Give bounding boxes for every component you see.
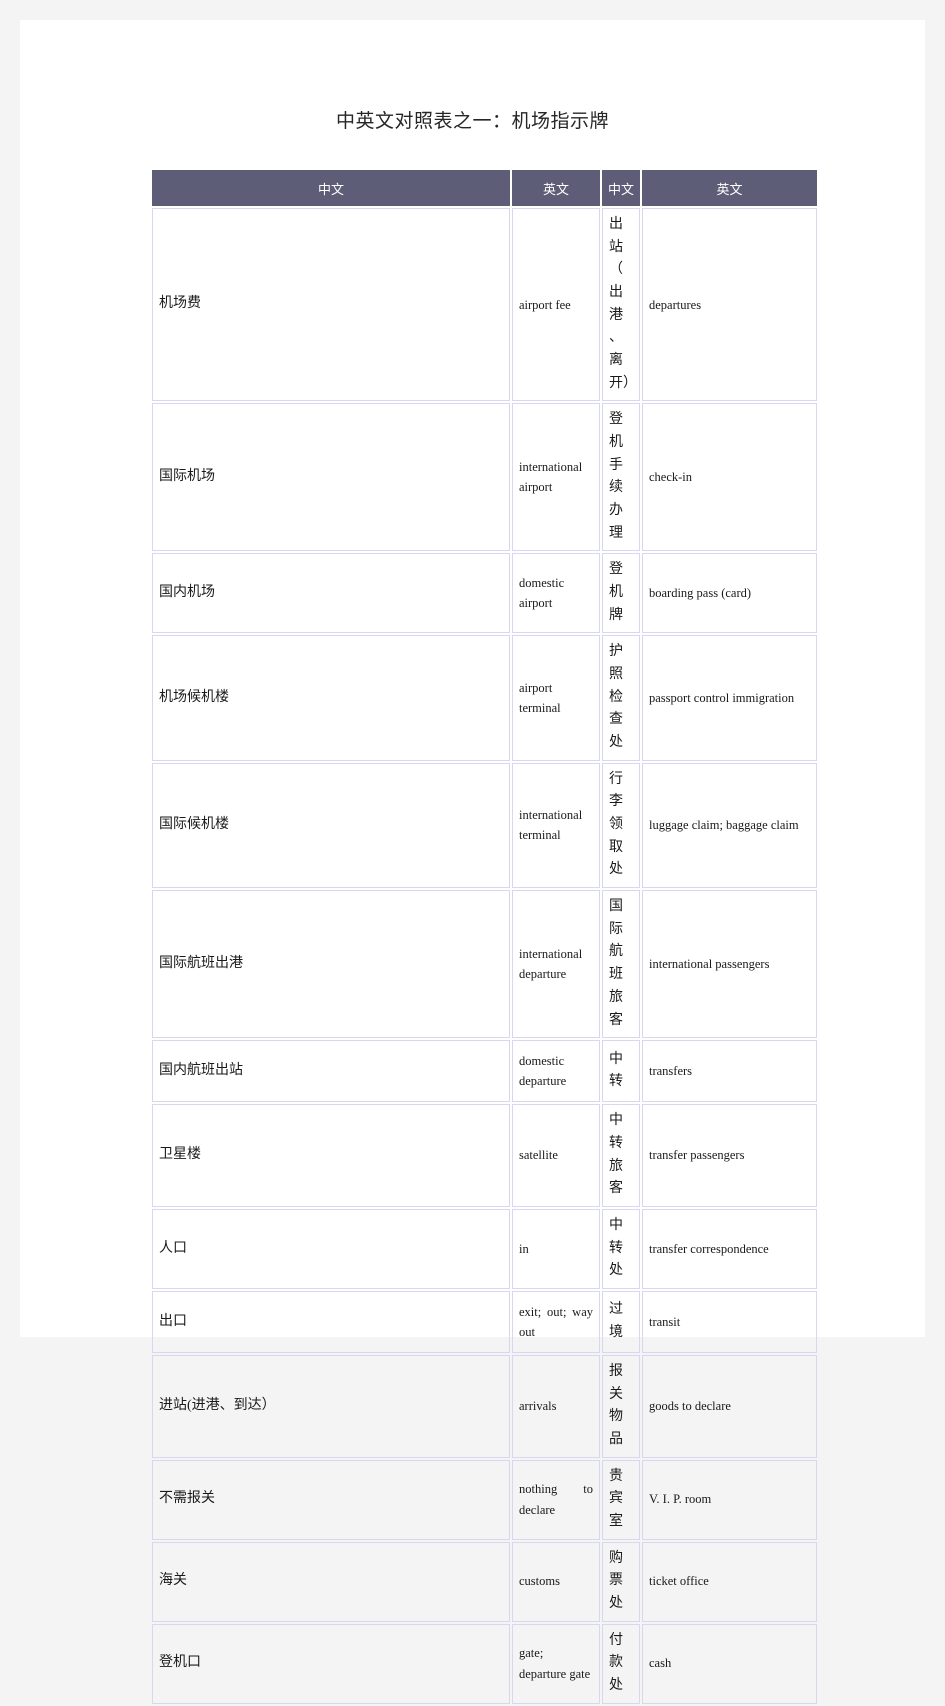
cell-english-term-2: goods to declare (642, 1354, 817, 1458)
cell-english-term: gate; departure gate (512, 1623, 600, 1704)
cell-chinese-term-2: 过境 (602, 1290, 640, 1353)
cell-chinese-term-2: 行李领取处 (602, 762, 640, 889)
cell-english-term-2: cash (642, 1623, 817, 1704)
cell-chinese-term: 机场费 (152, 208, 510, 402)
glossary-table: 中文 英文 中文 英文 机场费 airport fee 出站（出港、离开） depar… (150, 168, 819, 1706)
cell-chinese-term: 国内机场 (152, 553, 510, 634)
cell-english-term-2: international passengers (642, 890, 817, 1039)
cell-chinese-term-2: 护照检查处 (602, 635, 640, 761)
cell-english-term: arrivals (512, 1354, 600, 1458)
cell-english-term: exit; out; way out (512, 1290, 600, 1353)
cell-english-term: international airport (512, 403, 600, 552)
cell-english-term: airport fee (512, 208, 600, 402)
cell-chinese-term: 国际候机楼 (152, 762, 510, 889)
column-header-english-1: 英文 (512, 170, 600, 206)
column-header-chinese-2: 中文 (602, 170, 640, 206)
cell-chinese-term: 登机口 (152, 1623, 510, 1704)
cell-english-term: satellite (512, 1104, 600, 1207)
table-row: 海关 customs 购票处 ticket office (152, 1541, 817, 1622)
cell-chinese-term: 进站(进港、到达） (152, 1354, 510, 1458)
table-header: 中文 英文 中文 英文 (152, 170, 817, 206)
cell-chinese-term-2: 出站（出港、离开） (602, 208, 640, 402)
table-row: 登机口 gate; departure gate 付款处 cash (152, 1623, 817, 1704)
cell-chinese-term: 出口 (152, 1290, 510, 1353)
cell-english-term: airport terminal (512, 635, 600, 761)
table-row: 国内航班出站 domestic departure 中转 transfers (152, 1040, 817, 1103)
cell-chinese-term-2: 购票处 (602, 1541, 640, 1622)
cell-chinese-term-2: 报关物品 (602, 1354, 640, 1458)
cell-chinese-term-2: 登机手续办理 (602, 403, 640, 552)
column-header-chinese-1: 中文 (152, 170, 510, 206)
document-page: 中英文对照表之一：机场指示牌 中文 英文 中文 英文 机场费 airport fe… (20, 20, 925, 1704)
glossary-table-container: 中文 英文 中文 英文 机场费 airport fee 出站（出港、离开） depar… (150, 168, 817, 1706)
cell-english-term: international terminal (512, 762, 600, 889)
cell-chinese-term-2: 付款处 (602, 1623, 640, 1704)
cell-chinese-term: 海关 (152, 1541, 510, 1622)
cell-english-term-2: transfers (642, 1040, 817, 1103)
cell-english-term-2: transfer correspondence (642, 1208, 817, 1289)
table-body: 机场费 airport fee 出站（出港、离开） departures 国际机场 int… (152, 208, 817, 1704)
cell-chinese-term-2: 国际航班旅客 (602, 890, 640, 1039)
cell-english-term: in (512, 1208, 600, 1289)
cell-english-term-2: departures (642, 208, 817, 402)
cell-chinese-term-2: 登机牌 (602, 553, 640, 634)
cell-english-term: domestic departure (512, 1040, 600, 1103)
table-header-row: 中文 英文 中文 英文 (152, 170, 817, 206)
cell-english-term: customs (512, 1541, 600, 1622)
cell-chinese-term-2: 中转处 (602, 1208, 640, 1289)
cell-chinese-term: 卫星楼 (152, 1104, 510, 1207)
cell-english-term-2: ticket office (642, 1541, 817, 1622)
table-row: 不需报关 nothing to declare 贵宾室 V. I. P. room (152, 1459, 817, 1540)
table-row: 卫星楼 satellite 中转旅客 transfer passengers (152, 1104, 817, 1207)
table-row: 机场费 airport fee 出站（出港、离开） departures (152, 208, 817, 402)
column-header-english-2: 英文 (642, 170, 817, 206)
cell-chinese-term: 机场候机楼 (152, 635, 510, 761)
table-row: 机场候机楼 airport terminal 护照检查处 passport contr… (152, 635, 817, 761)
cell-chinese-term: 国内航班出站 (152, 1040, 510, 1103)
table-row: 进站(进港、到达） arrivals 报关物品 goods to declare (152, 1354, 817, 1458)
cell-chinese-term: 国际航班出港 (152, 890, 510, 1039)
cell-english-term: nothing to declare (512, 1459, 600, 1540)
table-row: 国际航班出港 international departure 国际航班旅客 inter… (152, 890, 817, 1039)
cell-chinese-term-2: 贵宾室 (602, 1459, 640, 1540)
cell-english-term-2: passport control immigration (642, 635, 817, 761)
cell-english-term: international departure (512, 890, 600, 1039)
table-row: 出口 exit; out; way out 过境 transit (152, 1290, 817, 1353)
cell-chinese-term: 国际机场 (152, 403, 510, 552)
cell-english-term-2: check-in (642, 403, 817, 552)
cell-english-term-2: luggage claim; baggage claim (642, 762, 817, 889)
cell-english-term-2: transfer passengers (642, 1104, 817, 1207)
table-row: 国际机场 international airport 登机手续办理 check-in (152, 403, 817, 552)
cell-chinese-term-2: 中转旅客 (602, 1104, 640, 1207)
cell-english-term-2: transit (642, 1290, 817, 1353)
table-row: 国际候机楼 international terminal 行李领取处 luggage … (152, 762, 817, 889)
cell-english-term: domestic airport (512, 553, 600, 634)
table-row: 人口 in 中转处 transfer correspondence (152, 1208, 817, 1289)
cell-chinese-term-2: 中转 (602, 1040, 640, 1103)
cell-english-term-2: boarding pass (card) (642, 553, 817, 634)
table-row: 国内机场 domestic airport 登机牌 boarding pass (ca… (152, 553, 817, 634)
cell-english-term-2: V. I. P. room (642, 1459, 817, 1540)
page-title: 中英文对照表之一：机场指示牌 (335, 111, 609, 132)
cell-chinese-term: 人口 (152, 1208, 510, 1289)
cell-chinese-term: 不需报关 (152, 1459, 510, 1540)
